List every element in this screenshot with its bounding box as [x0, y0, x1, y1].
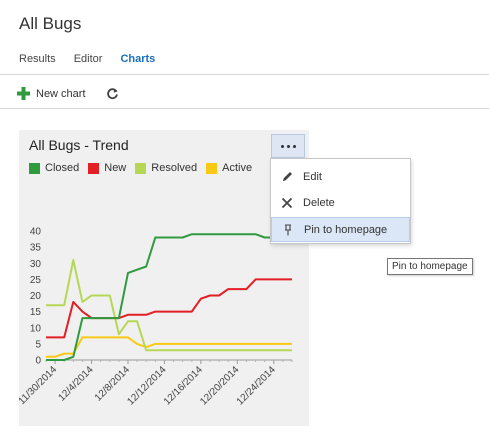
- close-icon: [271, 197, 303, 209]
- series-line-closed: [46, 233, 292, 361]
- chart-title: All Bugs - Trend: [29, 137, 129, 153]
- y-tick-label: 0: [35, 356, 41, 367]
- x-tick-label: 11/30/2014: [19, 364, 60, 407]
- menu-item-delete[interactable]: Delete: [271, 190, 410, 215]
- page-title: All Bugs: [19, 14, 82, 33]
- tab-editor[interactable]: Editor: [74, 53, 103, 65]
- menu-item-label: Edit: [303, 170, 322, 183]
- menu-item-label: Pin to homepage: [304, 223, 388, 236]
- more-dot-icon: [286, 144, 290, 148]
- tab-divider: [0, 74, 489, 75]
- y-tick-label: 10: [30, 323, 42, 334]
- y-tick-label: 25: [30, 275, 42, 286]
- chart-context-menu: Edit Delete Pin to homepage: [270, 158, 411, 244]
- legend-label: Resolved: [151, 162, 198, 174]
- menu-item-label: Delete: [303, 196, 335, 209]
- y-tick-label: 20: [30, 291, 42, 302]
- tab-charts[interactable]: Charts: [120, 53, 155, 65]
- trend-chart: 051015202530354011/30/201412/4/201412/8/…: [19, 227, 293, 408]
- refresh-icon: [106, 88, 118, 100]
- y-tick-label: 40: [30, 227, 42, 238]
- pin-tooltip: Pin to homepage: [387, 258, 473, 275]
- legend-item-resolved: Resolved: [135, 162, 197, 174]
- legend-swatch: [88, 162, 100, 174]
- legend-item-closed: Closed: [29, 162, 79, 174]
- legend-swatch: [135, 162, 147, 174]
- series-line-new: [46, 278, 292, 339]
- chart-more-button[interactable]: [271, 134, 305, 158]
- x-tick-label: 12/24/2014: [235, 364, 278, 407]
- refresh-button[interactable]: [106, 87, 125, 100]
- chart-tile: 0 5 10 15 20 25 30 35 40 11/30/2014 12/4/2014 12/8/…: [19, 130, 309, 426]
- y-tick-label: 5: [35, 339, 41, 350]
- menu-item-pin-to-homepage[interactable]: Pin to homepage: [271, 217, 410, 242]
- toolbar-divider: [0, 108, 489, 109]
- chart-legend: Closed New Resolved Active: [29, 162, 261, 174]
- toolbar: New chart: [17, 87, 145, 100]
- legend-label: Active: [222, 162, 253, 174]
- pin-icon: [272, 223, 304, 236]
- new-chart-label: New chart: [36, 87, 86, 100]
- more-dot-icon: [280, 144, 284, 148]
- series-line-active: [46, 336, 292, 358]
- legend-item-new: New: [88, 162, 126, 174]
- menu-item-edit[interactable]: Edit: [271, 164, 410, 189]
- legend-swatch: [206, 162, 218, 174]
- tab-bar: Results Editor Charts: [19, 53, 173, 65]
- x-tick-label: 12/4/2014: [56, 364, 96, 404]
- new-chart-button[interactable]: New chart: [17, 87, 86, 100]
- tab-results[interactable]: Results: [19, 53, 56, 65]
- y-tick-label: 30: [30, 259, 42, 270]
- y-tick-label: 35: [30, 243, 42, 254]
- legend-swatch: [29, 162, 40, 174]
- legend-label: New: [104, 162, 127, 174]
- more-dot-icon: [292, 144, 296, 148]
- legend-label: Closed: [45, 162, 80, 174]
- plus-icon: [17, 87, 30, 100]
- pencil-icon: [271, 170, 303, 183]
- legend-item-active: Active: [206, 162, 252, 174]
- y-tick-label: 15: [30, 307, 42, 318]
